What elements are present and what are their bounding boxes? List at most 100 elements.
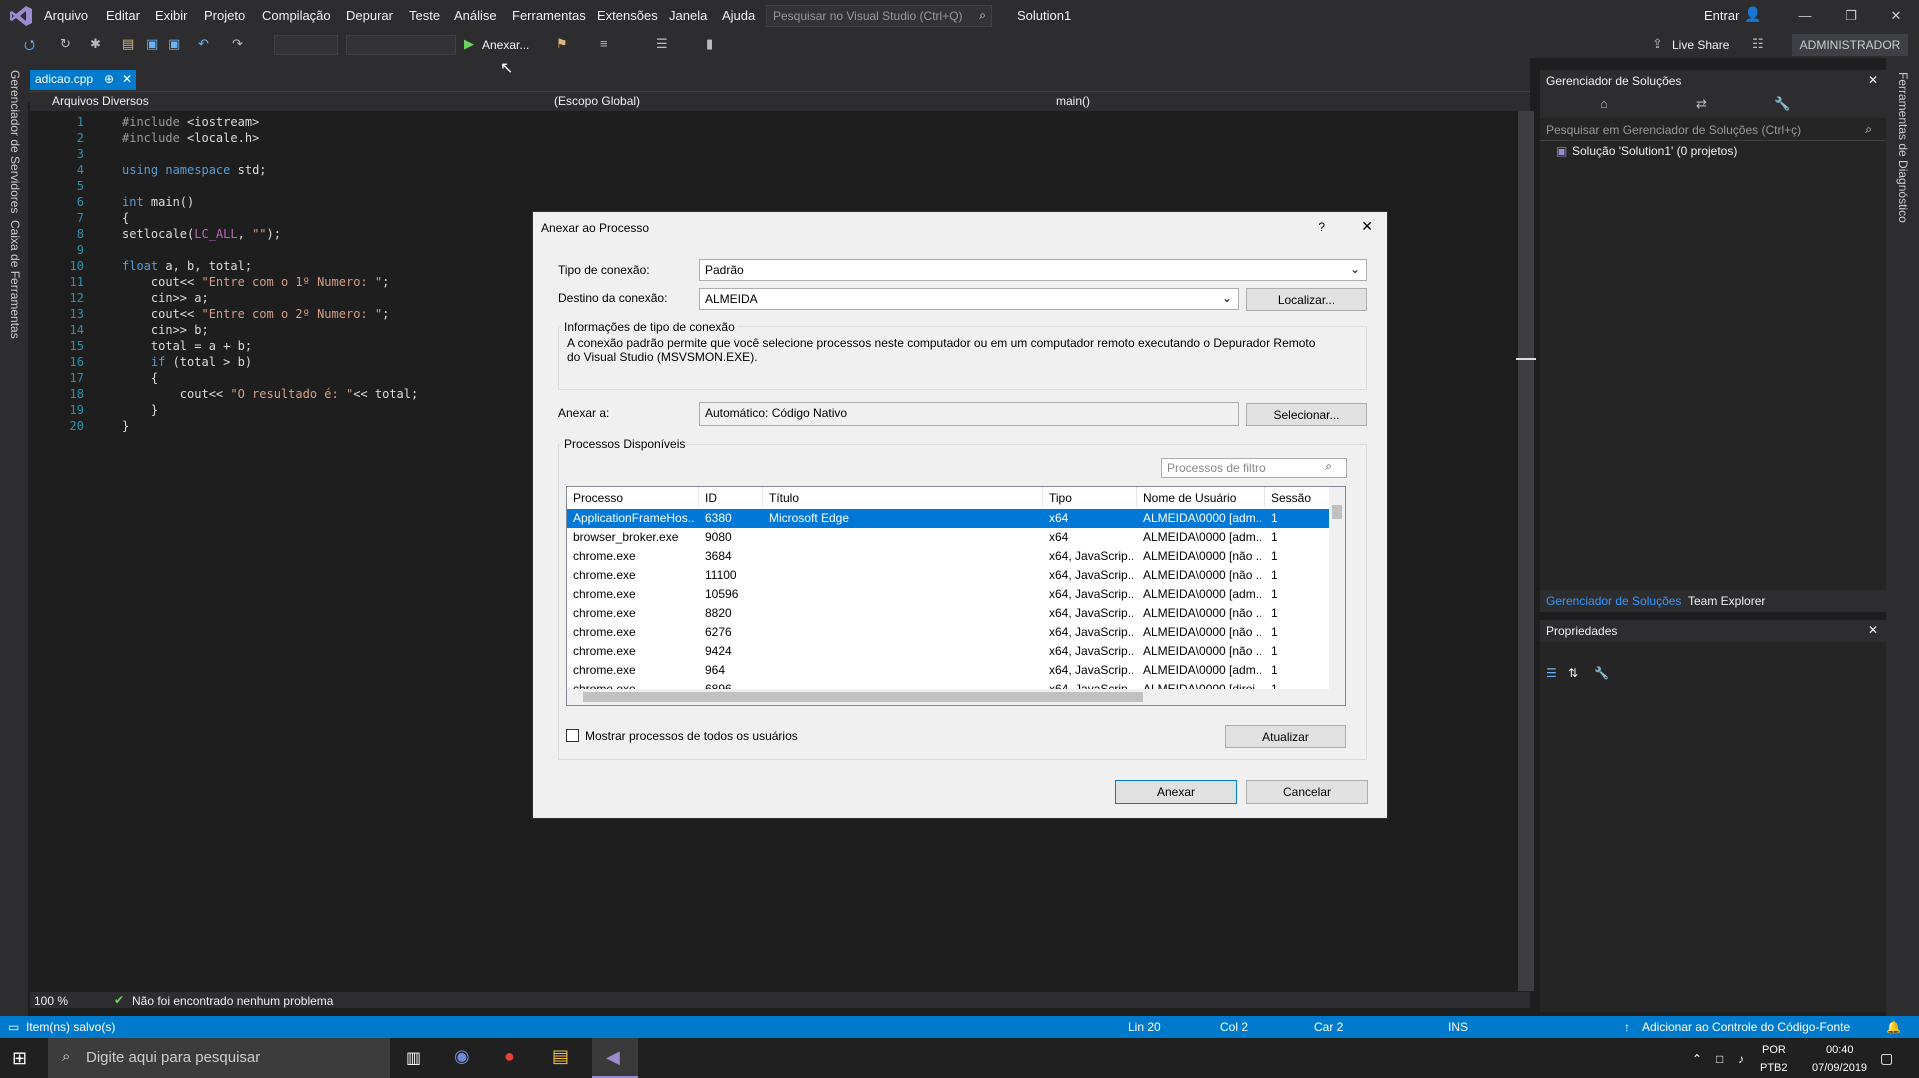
windows-start-icon[interactable]: ⊞	[12, 1048, 27, 1069]
home-icon[interactable]: ⌂	[1600, 96, 1608, 111]
code-line[interactable]: }	[122, 419, 129, 433]
help-button[interactable]: ?	[1318, 220, 1325, 234]
account-icon[interactable]: 👤	[1744, 6, 1761, 23]
menu-janela[interactable]: Janela	[669, 8, 707, 23]
table-row[interactable]: chrome.exe 10596 x64, JavaScrip... ALMEIDA\…	[567, 585, 1331, 604]
signin-link[interactable]: Entrar	[1704, 8, 1739, 23]
menu-exibir[interactable]: Exibir	[155, 8, 188, 23]
notification-bell-icon[interactable]: 🔔	[1886, 1020, 1901, 1034]
code-line[interactable]: cout<< "Entre com o 2º Numero: ";	[122, 307, 389, 321]
find-button[interactable]: Localizar...	[1246, 288, 1367, 311]
config-dropdown[interactable]	[274, 35, 338, 55]
menu-teste[interactable]: Teste	[409, 8, 440, 23]
code-line[interactable]: #include <locale.h>	[122, 131, 259, 145]
server-explorer-tab[interactable]: Gerenciador de Servidores	[8, 70, 22, 213]
column-header[interactable]: Tipo	[1043, 487, 1137, 507]
sort-alpha-icon[interactable]: ⇅	[1568, 666, 1578, 680]
language-primary[interactable]: POR	[1762, 1044, 1786, 1056]
menu-editar[interactable]: Editar	[106, 8, 140, 23]
connection-target-select[interactable]: ALMEIDA ⌄	[699, 288, 1239, 310]
indent-icon[interactable]: ☰	[656, 36, 668, 52]
connection-type-select[interactable]: Padrão ⌄	[699, 259, 1367, 281]
menu-analise[interactable]: Análise	[454, 8, 497, 23]
chrome-icon[interactable]: ●	[504, 1046, 515, 1067]
table-row[interactable]: browser_broker.exe 9080 x64 ALMEIDA\0000 [a…	[567, 528, 1331, 547]
menu-compilacao[interactable]: Compilação	[262, 8, 331, 23]
redo-icon[interactable]: ↷	[232, 36, 243, 52]
network-icon[interactable]: □	[1716, 1052, 1723, 1066]
new-project-icon[interactable]: ✱	[90, 36, 101, 52]
menu-ferramentas[interactable]: Ferramentas	[512, 8, 586, 23]
code-line[interactable]: #include <iostream>	[122, 115, 259, 129]
code-line[interactable]: cout<< "Entre com o 1º Numero: ";	[122, 275, 389, 289]
panel-close-icon[interactable]: ✕	[1868, 73, 1878, 87]
table-vertical-scrollbar[interactable]	[1329, 487, 1345, 705]
undo-icon[interactable]: ↶	[198, 36, 209, 52]
dialog-close-icon[interactable]: ✕	[1361, 218, 1373, 235]
code-line[interactable]: cin>> a;	[122, 291, 209, 305]
tab-adicao-cpp[interactable]: adicao.cpp ⊕ ✕	[30, 70, 136, 90]
code-line[interactable]: cout<< "O resultado é: "<< total;	[122, 387, 418, 401]
categorized-icon[interactable]: ☰	[1546, 666, 1557, 680]
column-header[interactable]: Título	[763, 487, 1043, 507]
attach-dialog-button[interactable]: Anexar	[1115, 780, 1237, 804]
code-line[interactable]: float a, b, total;	[122, 259, 252, 273]
restore-icon[interactable]: ❐	[1828, 0, 1874, 32]
tray-arrow-icon[interactable]: ⌃	[1692, 1052, 1702, 1066]
property-pages-icon[interactable]: 🔧	[1594, 666, 1609, 680]
table-horizontal-scrollbar[interactable]	[567, 689, 1331, 705]
visual-studio-taskbar-icon[interactable]: ◀	[592, 1038, 638, 1078]
solution-search-input[interactable]: Pesquisar em Gerenciador de Soluções (Ct…	[1540, 119, 1886, 141]
code-line[interactable]: {	[122, 211, 129, 225]
pin-icon[interactable]: ⊕	[104, 72, 114, 86]
file-explorer-icon[interactable]: ▤	[552, 1046, 569, 1067]
forward-icon[interactable]: ↻	[60, 36, 71, 52]
code-line[interactable]: using namespace std;	[122, 163, 267, 177]
code-line[interactable]: total = a + b;	[122, 339, 252, 353]
column-header[interactable]: ID	[699, 487, 763, 507]
code-line[interactable]: cin>> b;	[122, 323, 209, 337]
table-row[interactable]: chrome.exe 3684 x64, JavaScrip... ALMEIDA\0…	[567, 547, 1331, 566]
feedback-icon[interactable]: ☷	[1752, 36, 1764, 52]
issues-status[interactable]: Não foi encontrado nenhum problema	[132, 994, 333, 1008]
code-line[interactable]: {	[122, 371, 158, 385]
platform-dropdown[interactable]	[346, 35, 456, 55]
language-secondary[interactable]: PTB2	[1760, 1062, 1788, 1074]
wrench-icon[interactable]: 🔧	[1774, 96, 1790, 112]
code-line[interactable]: if (total > b)	[122, 355, 252, 369]
clock-time[interactable]: 00:40	[1826, 1044, 1854, 1056]
table-row[interactable]: ApplicationFrameHos... 6380 Microsoft Edge…	[567, 509, 1331, 528]
table-row[interactable]: chrome.exe 9424 x64, JavaScrip... ALMEIDA\0…	[567, 642, 1331, 661]
open-folder-icon[interactable]: ▤	[122, 36, 134, 52]
taskbar-search-input[interactable]: ⌕ Digite aqui para pesquisar	[48, 1038, 390, 1078]
attach-button[interactable]: Anexar...	[482, 38, 529, 52]
sync-icon[interactable]: ⇄	[1696, 96, 1707, 112]
bookmark-icon[interactable]: ▮	[706, 36, 713, 52]
zoom-level[interactable]: 100 %	[34, 994, 68, 1008]
column-header[interactable]: Nome de Usuário	[1137, 487, 1265, 507]
editor-vertical-scrollbar[interactable]	[1518, 111, 1534, 991]
live-share-button[interactable]: Live Share	[1672, 38, 1729, 52]
toolbox-tab[interactable]: Caixa de Ferramentas	[8, 220, 22, 339]
play-icon[interactable]: ▶	[464, 36, 474, 52]
menu-projeto[interactable]: Projeto	[204, 8, 245, 23]
select-button[interactable]: Selecionar...	[1246, 403, 1367, 426]
project-dropdown[interactable]: Arquivos Diversos	[52, 94, 149, 108]
diagnostics-tab[interactable]: Ferramentas de Diagnóstico	[1896, 72, 1910, 223]
source-control-button[interactable]: Adicionar ao Controle do Código-Fonte	[1642, 1020, 1850, 1034]
menu-arquivo[interactable]: Arquivo	[44, 8, 88, 23]
volume-icon[interactable]: ♪	[1738, 1052, 1744, 1066]
scope-dropdown[interactable]: (Escopo Global)	[554, 94, 640, 108]
solution-root-node[interactable]: Solução 'Solution1' (0 projetos)	[1572, 144, 1737, 158]
column-header[interactable]: Sessão	[1265, 487, 1331, 507]
column-header[interactable]: Processo	[567, 487, 699, 507]
tab-team-explorer[interactable]: Team Explorer	[1688, 594, 1765, 608]
close-icon[interactable]: ✕	[1873, 0, 1919, 32]
menu-ajuda[interactable]: Ajuda	[722, 8, 755, 23]
table-row[interactable]: chrome.exe 11100 x64, JavaScrip... ALMEIDA\…	[567, 566, 1331, 585]
member-dropdown[interactable]: main()	[1056, 94, 1090, 108]
back-icon[interactable]: ⭯	[24, 36, 35, 58]
process-table[interactable]: Processo ID Título Tipo Nome de Usuário Sessã…	[566, 486, 1346, 706]
discord-icon[interactable]: ◉	[454, 1046, 470, 1067]
show-all-users-label[interactable]: Mostrar processos de todos os usuários	[585, 729, 798, 743]
